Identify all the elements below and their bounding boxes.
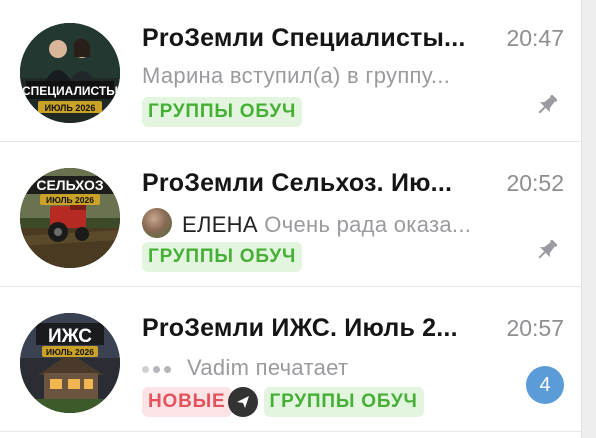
chat-item-specialists[interactable]: СПЕЦИАЛИСТЫ ИЮЛЬ 2026 ProЗемли Специалис… [0,0,582,137]
chat-preview: Марина вступил(а) в группу... [142,63,522,89]
unread-badge: 4 [526,366,564,404]
chat-avatar: ИЖС ИЮЛЬ 2026 [20,313,120,413]
avatar-line2: ИЮЛЬ 2026 [46,195,94,205]
chat-title: ProЗемли ИЖС. Июль 2... [142,314,458,342]
avatar-line2: ИЮЛЬ 2026 [45,103,96,113]
avatar-line1: СПЕЦИАЛИСТЫ [22,84,118,98]
folder-tag-groups: ГРУППЫ ОБУЧ [263,387,424,417]
chat-list: СПЕЦИАЛИСТЫ ИЮЛЬ 2026 ProЗемли Специалис… [0,0,582,438]
avatar-line1: ИЖС [48,326,92,347]
folder-tags: НОВЫЕ ГРУППЫ ОБУЧ [142,387,424,417]
preview-text: Марина вступил(а) в группу... [142,63,451,88]
pin-icon [534,92,560,118]
scrollbar-track[interactable] [581,0,596,438]
send-arrow-icon [227,387,258,417]
folder-tag-groups: ГРУППЫ ОБУЧ [142,97,303,127]
sender-avatar [142,208,172,238]
avatar-line2: ИЮЛЬ 2026 [46,347,94,357]
preview-sender: Vadim [187,355,250,380]
chat-preview: ЕЛЕНА Очень рада оказа... [142,208,522,238]
chat-time: 20:47 [506,25,564,51]
divider [0,431,582,432]
preview-text: Очень рада оказа... [264,212,472,237]
folder-tag-new: НОВЫЕ [142,387,232,417]
chat-time: 20:52 [506,170,564,196]
typing-indicator-icon [142,353,175,379]
pin-icon [534,237,560,263]
chat-time: 20:57 [506,315,564,341]
chat-avatar: СПЕЦИАЛИСТЫ ИЮЛЬ 2026 [20,23,120,123]
folder-tags: ГРУППЫ ОБУЧ [142,97,303,127]
folder-tags: ГРУППЫ ОБУЧ [142,242,303,272]
chat-preview: Vadim печатает [142,353,522,381]
chat-title: ProЗемли Специалисты... [142,24,466,52]
preview-text: печатает [255,355,349,380]
chat-title: ProЗемли Сельхоз. Ию... [142,169,453,197]
chat-avatar: СЕЛЬХОЗ ИЮЛЬ 2026 [20,168,120,268]
chat-item-agriculture[interactable]: СЕЛЬХОЗ ИЮЛЬ 2026 ProЗемли Сельхоз. Ию..… [0,142,582,282]
folder-tag-groups: ГРУППЫ ОБУЧ [142,242,303,272]
chat-item-izhs[interactable]: ИЖС ИЮЛЬ 2026 ProЗемли ИЖС. Июль 2... 20… [0,287,582,427]
avatar-line1: СЕЛЬХОЗ [36,177,103,193]
preview-sender: ЕЛЕНА [182,212,258,237]
